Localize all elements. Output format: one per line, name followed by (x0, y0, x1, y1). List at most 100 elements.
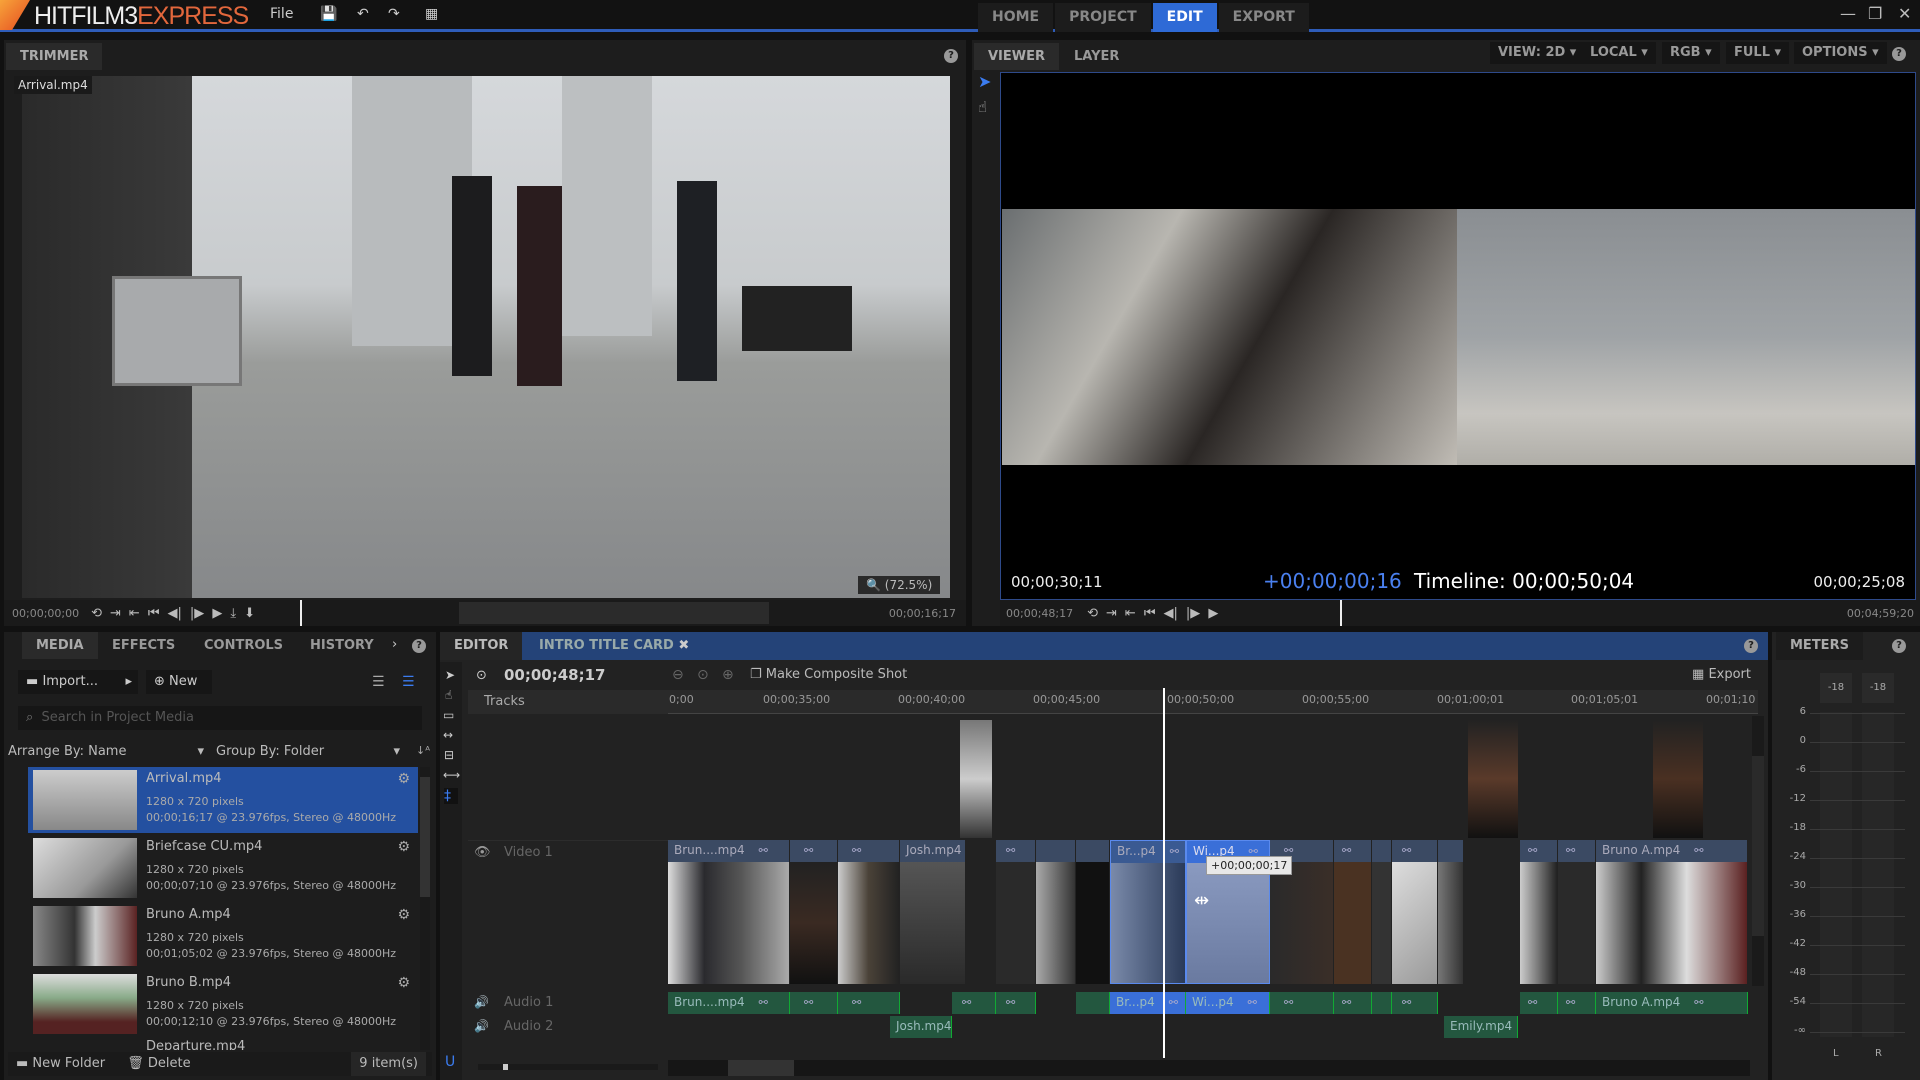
group-dropdown[interactable]: Group By: Folder ▾ (216, 744, 400, 759)
tab-home[interactable]: HOME (978, 3, 1054, 32)
tab-export[interactable]: EXPORT (1218, 3, 1309, 32)
video-clip[interactable]: ⚯ (996, 840, 1036, 984)
video-clip[interactable]: ⚯ (838, 840, 900, 984)
rate-tool-icon[interactable]: ⟷ (443, 768, 460, 782)
new-folder-button[interactable]: ▬ New Folder (16, 1056, 105, 1071)
video-clip-selected[interactable]: Br...p4 ⚯ (1110, 840, 1186, 984)
video-clip[interactable]: Bruno A.mp4 ⚯ (1596, 840, 1748, 984)
video-clip[interactable]: ⚯ (1392, 840, 1438, 984)
media-item[interactable]: Bruno B.mp4 1280 x 720 pixels 00;00;12;1… (28, 971, 418, 1037)
audio-clip[interactable]: ⚯ (1392, 992, 1438, 1014)
menu-file[interactable]: File (270, 6, 293, 22)
help-icon[interactable]: ? (1892, 47, 1906, 61)
audio-clip[interactable]: ⚯ (952, 992, 996, 1014)
audio-clip[interactable]: ⚯ (1520, 992, 1558, 1014)
media-search-input[interactable]: ⌕ Search in Project Media (18, 706, 422, 730)
tab-meters[interactable]: METERS (1776, 632, 1863, 660)
options-dropdown[interactable]: OPTIONS ▾ (1794, 42, 1887, 64)
step-back-icon[interactable]: ◀| (168, 606, 182, 621)
video-clip[interactable]: Brun....mp4 ⚯ (668, 840, 790, 984)
audio-clip[interactable]: ⚯ (1334, 992, 1372, 1014)
loop-icon[interactable]: ⟲ (1087, 606, 1098, 621)
media-item[interactable]: Bruno A.mp4 1280 x 720 pixels 00;01;05;0… (28, 903, 418, 969)
help-icon[interactable]: ? (1744, 639, 1758, 653)
loop-icon[interactable]: ⟲ (91, 606, 102, 621)
trimmer-scrub[interactable] (459, 602, 769, 624)
new-button[interactable]: ⊕ New (146, 670, 212, 694)
tab-editor[interactable]: EDITOR (440, 632, 523, 660)
mark-in-icon[interactable]: ⇥ (1106, 606, 1117, 621)
audio-clip[interactable]: ⚯ (790, 992, 838, 1014)
video-clip[interactable] (1076, 840, 1110, 984)
detail-view-icon[interactable]: ☰ (402, 674, 415, 690)
help-icon[interactable]: ? (412, 639, 426, 653)
gear-icon[interactable]: ⚙ (397, 907, 410, 923)
audio-clip[interactable]: Bruno A.mp4 ⚯ (1596, 992, 1748, 1014)
timeline-playhead[interactable] (1163, 688, 1165, 1058)
hand-tool-icon[interactable]: ☝ (445, 688, 457, 702)
snap-magnet-icon[interactable]: U (445, 1054, 455, 1070)
viewer-playhead[interactable] (1340, 600, 1342, 626)
audio-clip-selected[interactable]: Wi...p4 ⚯ (1186, 992, 1270, 1014)
list-view-icon[interactable]: ☰ (372, 674, 385, 690)
audio-clip[interactable] (1372, 992, 1392, 1014)
save-icon[interactable]: 💾 (320, 6, 337, 22)
marker-icon[interactable]: ⊙ (697, 667, 709, 683)
audio-clip[interactable] (1076, 992, 1110, 1014)
gear-icon[interactable]: ⚙ (397, 975, 410, 991)
tab-viewer[interactable]: VIEWER (974, 43, 1060, 70)
sort-icon[interactable]: ↓ᴬ (416, 744, 430, 757)
mark-in-icon[interactable]: ⇥ (110, 606, 121, 621)
video-clip[interactable]: ⚯ (790, 840, 838, 984)
video-clip[interactable]: Josh.mp4 (900, 840, 966, 984)
overlay-icon[interactable]: ⬇ (244, 606, 255, 621)
trimmer-playhead[interactable] (300, 600, 302, 626)
trimmer-zoom[interactable]: 🔍 (72.5%) (858, 576, 941, 594)
next-edit-icon[interactable]: ⊕ (722, 667, 734, 683)
audio-clip[interactable]: ⚯ (1270, 992, 1334, 1014)
play-icon[interactable]: ▶ (212, 606, 222, 621)
rgb-dropdown[interactable]: RGB ▾ (1662, 42, 1720, 64)
step-back-icon[interactable]: ◀| (1164, 606, 1178, 621)
audio-clip[interactable]: ⚯ (1558, 992, 1596, 1014)
timeline-v-scrollbar[interactable] (1752, 716, 1764, 986)
media-item[interactable]: Arrival.mp4 1280 x 720 pixels 00;00;16;1… (28, 767, 418, 833)
hand-tool-icon[interactable]: ☝ (978, 98, 987, 116)
tab-controls[interactable]: CONTROLS (190, 632, 297, 659)
audio-clip[interactable]: ⚯ (996, 992, 1036, 1014)
tab-effects[interactable]: EFFECTS (98, 632, 189, 659)
step-forward-icon[interactable]: |▶ (190, 606, 204, 621)
view-dropdown[interactable]: VIEW: 2D ▾ (1490, 42, 1585, 64)
tab-project[interactable]: PROJECT (1055, 3, 1151, 32)
audio-clip[interactable]: Josh.mp4 (890, 1016, 952, 1038)
timeline-h-scrollbar[interactable] (668, 1060, 1750, 1076)
video-clip[interactable]: ⚯ (1558, 840, 1596, 984)
video-clip[interactable] (1036, 840, 1076, 984)
go-start-icon[interactable]: ⏮ (1144, 606, 1156, 621)
tab-layer[interactable]: LAYER (1060, 43, 1133, 70)
speaker-icon[interactable]: 🔊 (474, 1019, 489, 1033)
media-scrollbar[interactable] (420, 767, 430, 1050)
undo-icon[interactable]: ↶ (357, 6, 369, 22)
audio-clip[interactable]: Emily.mp4 (1444, 1016, 1518, 1038)
export-button[interactable]: ▦ Export (1692, 667, 1751, 682)
tab-trimmer[interactable]: TRIMMER (6, 43, 103, 70)
local-dropdown[interactable]: LOCAL ▾ (1582, 42, 1656, 64)
arrange-dropdown[interactable]: Arrange By: Name ▾ (8, 744, 204, 759)
help-icon[interactable]: ? (944, 49, 958, 63)
audio-clip[interactable]: Brun....mp4 ⚯ (668, 992, 790, 1014)
tab-intro-title-card[interactable]: INTRO TITLE CARD ✖ (525, 632, 704, 660)
media-item[interactable]: Departure.mp4 (28, 1039, 418, 1050)
editor-timecode[interactable]: 00;00;48;17 (504, 666, 606, 684)
video-clip[interactable] (1372, 840, 1392, 984)
gear-icon[interactable]: ⚙ (397, 771, 410, 787)
make-composite-button[interactable]: ❐ Make Composite Shot (750, 667, 907, 682)
tab-media[interactable]: MEDIA (22, 632, 98, 659)
slip-tool-icon[interactable]: ▭ (443, 708, 459, 722)
delete-button[interactable]: 🗑 Delete (127, 1056, 190, 1071)
import-button[interactable]: ▬ Import... ▸ (18, 670, 138, 694)
eye-icon[interactable]: 👁 (474, 845, 491, 860)
tabs-more-icon[interactable]: › (392, 637, 397, 652)
redo-icon[interactable]: ↷ (388, 6, 400, 22)
roll-tool-icon[interactable]: ‡ (444, 788, 458, 804)
